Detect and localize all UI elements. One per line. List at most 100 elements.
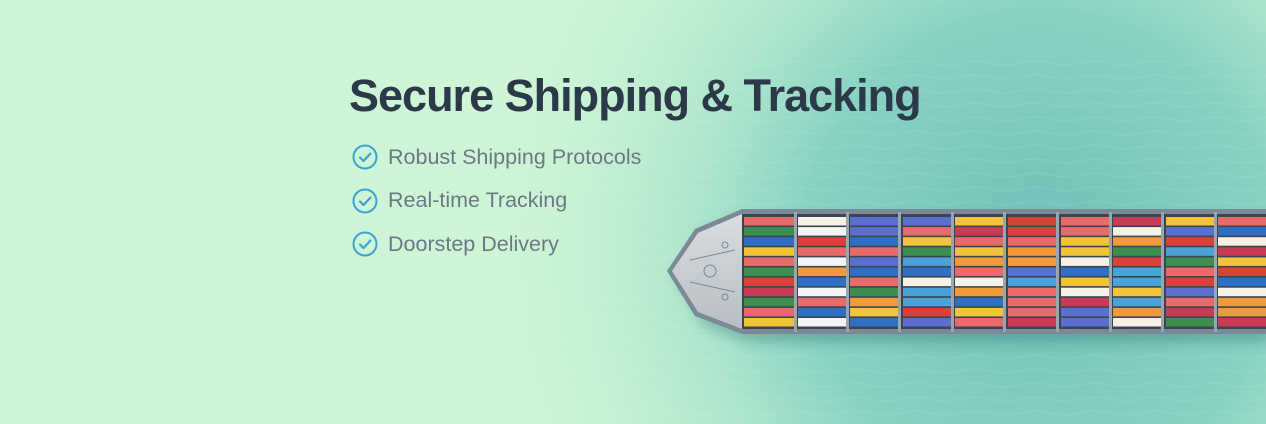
hero-banner: Secure Shipping & Tracking Robust Shippi… <box>0 0 1266 424</box>
shipping-container <box>1166 227 1214 236</box>
list-item: Real-time Tracking <box>352 187 641 215</box>
shipping-container <box>955 307 1003 317</box>
shipping-container <box>798 307 846 317</box>
shipping-container <box>955 227 1003 236</box>
shipping-container <box>1061 307 1109 317</box>
shipping-container <box>744 287 794 297</box>
shipping-container <box>744 267 794 276</box>
feature-label: Robust Shipping Protocols <box>388 144 642 169</box>
shipping-container <box>1008 297 1056 307</box>
shipping-container <box>744 277 794 287</box>
bay-divider <box>1109 212 1112 332</box>
shipping-container <box>798 287 846 297</box>
shipping-container <box>1218 277 1266 287</box>
shipping-container <box>1113 318 1161 327</box>
shipping-container <box>955 297 1003 307</box>
shipping-container <box>1166 307 1214 317</box>
shipping-container <box>903 217 951 226</box>
shipping-container <box>903 227 951 236</box>
shipping-container <box>1113 237 1161 246</box>
shipping-container <box>955 287 1003 297</box>
shipping-container <box>1166 287 1214 297</box>
shipping-container <box>744 247 794 256</box>
shipping-container <box>1061 247 1109 256</box>
shipping-container <box>1113 227 1161 236</box>
shipping-container <box>1008 227 1056 236</box>
feature-label: Real-time Tracking <box>388 188 568 212</box>
bay-divider <box>1161 212 1164 332</box>
shipping-container <box>1008 307 1056 317</box>
shipping-container <box>850 287 898 297</box>
shipping-container <box>1113 217 1161 226</box>
shipping-container <box>1166 297 1214 307</box>
shipping-container <box>955 217 1003 226</box>
shipping-container <box>798 217 846 226</box>
shipping-container <box>850 247 898 256</box>
shipping-container <box>744 297 794 307</box>
shipping-container <box>1008 318 1056 327</box>
shipping-container <box>744 227 794 236</box>
shipping-container <box>1113 307 1161 317</box>
check-circle-icon <box>352 188 378 213</box>
shipping-container <box>798 237 846 246</box>
shipping-container <box>1061 237 1109 246</box>
shipping-container <box>1218 318 1266 327</box>
shipping-container <box>1166 277 1214 287</box>
shipping-container <box>1008 247 1056 256</box>
bay-divider <box>794 212 797 332</box>
shipping-container <box>850 318 898 327</box>
check-circle-icon <box>352 144 378 170</box>
shipping-container <box>955 257 1003 266</box>
shipping-container <box>903 307 951 317</box>
shipping-container <box>955 237 1003 246</box>
shipping-container <box>1008 217 1056 226</box>
shipping-container <box>798 247 846 256</box>
shipping-container <box>1061 227 1109 236</box>
shipping-container <box>955 318 1003 327</box>
shipping-container <box>1113 257 1161 266</box>
bay-divider <box>951 212 954 332</box>
shipping-container <box>1218 217 1266 226</box>
bay-divider <box>1214 212 1217 332</box>
shipping-container <box>744 217 794 226</box>
shipping-container <box>1218 237 1266 246</box>
shipping-container <box>1166 247 1214 256</box>
bay-divider <box>898 212 901 332</box>
shipping-container <box>1218 297 1266 307</box>
shipping-container <box>903 237 951 246</box>
shipping-container <box>798 277 846 287</box>
shipping-container <box>1218 307 1266 317</box>
shipping-container <box>1061 287 1109 297</box>
check-circle-icon <box>352 231 378 257</box>
shipping-container <box>798 297 846 307</box>
shipping-container <box>955 247 1003 256</box>
shipping-container <box>850 227 898 236</box>
shipping-container <box>903 247 951 256</box>
shipping-container <box>1113 267 1161 276</box>
shipping-container <box>798 257 846 266</box>
feature-label: Doorstep Delivery <box>388 231 559 256</box>
shipping-container <box>1061 217 1109 226</box>
shipping-container <box>1008 277 1056 287</box>
shipping-container <box>1166 217 1214 226</box>
shipping-container <box>744 307 794 317</box>
bay-divider <box>1003 212 1006 332</box>
shipping-container <box>1166 267 1214 276</box>
shipping-container <box>903 257 951 266</box>
shipping-container <box>850 267 898 276</box>
shipping-container <box>850 297 898 307</box>
shipping-container <box>903 277 951 287</box>
shipping-container <box>1218 247 1266 256</box>
shipping-container <box>1166 237 1214 246</box>
bay-divider <box>1056 212 1059 332</box>
shipping-container <box>850 307 898 317</box>
shipping-container <box>1218 257 1266 266</box>
feature-list: Robust Shipping Protocols Real-time Trac… <box>352 143 641 274</box>
shipping-container <box>1166 318 1214 327</box>
shipping-container <box>1008 287 1056 297</box>
list-item: Doorstep Delivery <box>352 230 641 258</box>
shipping-container <box>903 318 951 327</box>
shipping-container <box>744 318 794 327</box>
shipping-container <box>903 267 951 276</box>
shipping-container <box>744 257 794 266</box>
